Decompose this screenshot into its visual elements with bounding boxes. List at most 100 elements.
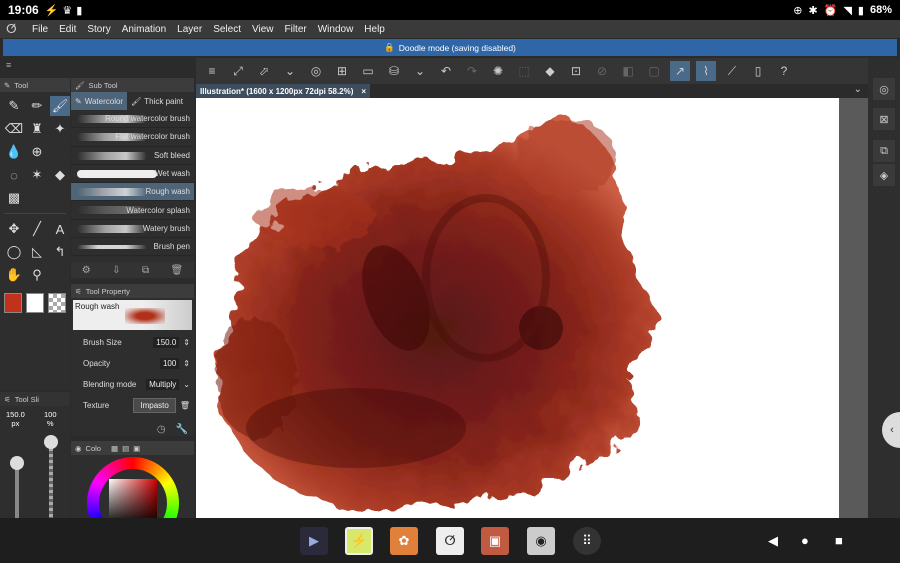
transform-icon[interactable]: ⬀: [254, 61, 274, 81]
close-tab-icon[interactable]: ×: [361, 87, 366, 96]
move-layer-icon[interactable]: ✥: [4, 219, 24, 239]
lasso-tool-icon[interactable]: ◌: [4, 165, 24, 185]
correct-line-icon[interactable]: ↰: [50, 242, 70, 262]
home-icon[interactable]: ●: [801, 533, 809, 548]
help-icon[interactable]: ?: [774, 61, 794, 81]
ruler-icon[interactable]: ⟋: [722, 61, 742, 81]
tab-thick-paint[interactable]: 🖌 Thick paint: [127, 92, 187, 110]
intermediate-color-tab-icon[interactable]: ▣: [133, 444, 140, 453]
pattern-tool-icon[interactable]: ⊕: [27, 142, 47, 162]
chevron-down-icon[interactable]: ⌄: [280, 61, 300, 81]
menu-view[interactable]: View: [252, 24, 274, 35]
line-tool-icon[interactable]: ╱: [27, 219, 47, 239]
transparent-color-swatch[interactable]: [48, 293, 66, 313]
brush-rough-wash[interactable]: Rough wash: [71, 183, 194, 202]
app-game-icon[interactable]: ✿: [390, 527, 418, 555]
tab-watercolor[interactable]: ✎ Watercolor: [71, 92, 128, 110]
decoration-tool-icon[interactable]: ✦: [50, 119, 70, 139]
blending-mode-select[interactable]: Multiply: [146, 379, 180, 390]
saturation-value-square[interactable]: [109, 479, 157, 518]
brush-wet-wash[interactable]: Wet wash: [71, 165, 194, 184]
fill-icon[interactable]: ◆: [540, 61, 560, 81]
clear-layer-icon[interactable]: ⬚: [514, 61, 534, 81]
brush-size-value[interactable]: 150.0: [153, 337, 180, 348]
reset-icon[interactable]: ◷: [157, 424, 166, 435]
open-folder-icon[interactable]: ▭: [358, 61, 378, 81]
brush-stroke-icon[interactable]: ⌇: [696, 61, 716, 81]
brush-watery[interactable]: Watery brush: [71, 220, 194, 239]
menu-file[interactable]: File: [32, 24, 48, 35]
app-clip-studio-icon[interactable]: ⵚ: [436, 527, 464, 555]
color-set-tab-icon[interactable]: ▦: [111, 444, 118, 453]
menu-select[interactable]: Select: [213, 24, 241, 35]
document-tab[interactable]: Illustration* (1600 x 1200px 72dpi 58.2%…: [196, 84, 371, 98]
sub-tool-settings-icon[interactable]: ⚙: [82, 265, 91, 276]
opacity-stepper-icon[interactable]: ⇕: [183, 359, 190, 368]
sub-tool-duplicate-icon[interactable]: ⧉: [142, 265, 149, 276]
navigator-icon[interactable]: ◎: [873, 78, 895, 100]
panel-menu-icon[interactable]: ≡: [6, 60, 11, 70]
menu-animation[interactable]: Animation: [122, 24, 166, 35]
menu-story[interactable]: Story: [87, 24, 110, 35]
sub-tool-import-icon[interactable]: ⇩: [112, 265, 120, 276]
app-lightning-icon[interactable]: ⚡: [345, 527, 373, 555]
back-icon[interactable]: ◀: [768, 533, 778, 549]
opacity-value[interactable]: 100: [159, 358, 180, 369]
brush-tool-icon[interactable]: 🖌: [50, 96, 70, 116]
brush-watercolor-splash[interactable]: Watercolor splash: [71, 201, 194, 220]
sub-view-icon[interactable]: ⊠: [873, 108, 895, 130]
balloon-tool-icon[interactable]: ◯: [4, 242, 24, 262]
magic-wand-icon[interactable]: ✶: [27, 165, 47, 185]
chevron-down-icon-2[interactable]: ⌄: [410, 61, 430, 81]
eyedropper-tool-icon[interactable]: ⚲: [27, 265, 47, 285]
brush-size-stepper-icon[interactable]: ⇕: [183, 338, 190, 347]
chevron-down-icon-4[interactable]: ⌄: [854, 84, 862, 95]
drawing-canvas[interactable]: [196, 98, 839, 518]
layer-property-icon[interactable]: ⧉: [873, 140, 895, 162]
deselect-icon[interactable]: ⊘: [592, 61, 612, 81]
menu-layer[interactable]: Layer: [177, 24, 202, 35]
color-history-tab-icon[interactable]: ▤: [122, 444, 129, 453]
hand-tool-icon[interactable]: ✋: [4, 265, 24, 285]
recents-icon[interactable]: ■: [835, 533, 843, 548]
phone-layout-icon[interactable]: ▯: [748, 61, 768, 81]
eraser-tool-icon[interactable]: ⌫: [4, 119, 24, 139]
wrench-icon[interactable]: 🔧: [176, 424, 188, 435]
sub-color-swatch[interactable]: [26, 293, 44, 313]
brush-flat-watercolor[interactable]: Flat watercolor brush: [71, 128, 194, 147]
fill-tool-icon[interactable]: ◆: [50, 165, 70, 185]
text-tool-icon[interactable]: A: [50, 219, 70, 239]
airbrush-tool-icon[interactable]: ♜: [27, 119, 47, 139]
resize-canvas-icon[interactable]: ⤢: [228, 61, 248, 81]
app-drawer-icon[interactable]: ⠿: [573, 527, 601, 555]
menu-edit[interactable]: Edit: [59, 24, 76, 35]
layers-icon[interactable]: ◈: [873, 164, 895, 186]
blend-tool-icon[interactable]: 💧: [4, 142, 24, 162]
redo-icon[interactable]: ↷: [462, 61, 482, 81]
menu-help[interactable]: Help: [364, 24, 385, 35]
app-photo-icon[interactable]: ▣: [481, 527, 509, 555]
expand-panel-icon[interactable]: ‹: [882, 412, 900, 448]
selection-border-icon[interactable]: ▢: [644, 61, 664, 81]
texture-delete-icon[interactable]: 🗑: [180, 401, 190, 410]
hue-wheel[interactable]: [87, 457, 179, 518]
opacity-slider-knob[interactable]: [44, 435, 58, 449]
app-prime-video-icon[interactable]: ▶: [300, 527, 328, 555]
app-camera-icon[interactable]: ◉: [527, 527, 555, 555]
brush-pen[interactable]: Brush pen: [71, 238, 194, 257]
invert-selection-icon[interactable]: ◧: [618, 61, 638, 81]
brush-soft-bleed[interactable]: Soft bleed: [71, 147, 194, 165]
main-color-swatch[interactable]: [4, 293, 22, 313]
hamburger-menu-icon[interactable]: ≡: [202, 61, 222, 81]
loading-icon[interactable]: ✺: [488, 61, 508, 81]
rotate-view-icon[interactable]: ◎: [306, 61, 326, 81]
new-file-icon[interactable]: ⊞: [332, 61, 352, 81]
menu-window[interactable]: Window: [318, 24, 354, 35]
app-logo-icon[interactable]: ⵚ: [6, 22, 32, 36]
stabilizer-icon[interactable]: ↗: [670, 61, 690, 81]
chevron-down-icon-3[interactable]: ⌄: [183, 380, 190, 389]
size-slider-knob[interactable]: [10, 456, 24, 470]
pencil-tool-icon[interactable]: ✏: [27, 96, 47, 116]
pen-tool-icon[interactable]: ✎: [4, 96, 24, 116]
gradient-tool-icon[interactable]: ▩: [4, 188, 24, 208]
